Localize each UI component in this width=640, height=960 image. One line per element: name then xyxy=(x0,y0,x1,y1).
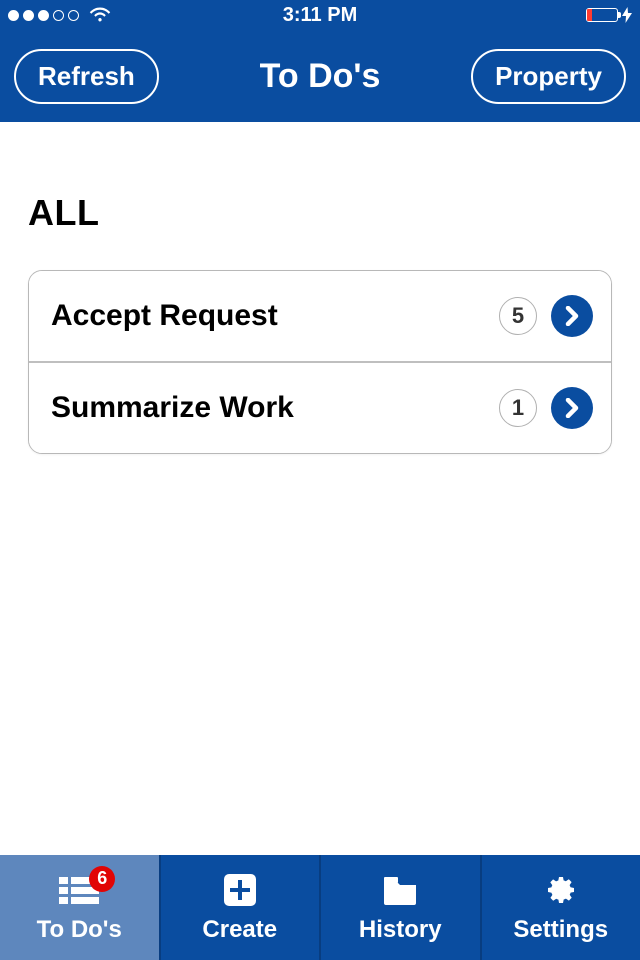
gear-icon xyxy=(544,872,578,908)
tab-todos[interactable]: 6 To Do's xyxy=(0,855,161,960)
tab-settings[interactable]: Settings xyxy=(482,855,640,960)
tab-label: History xyxy=(359,916,442,944)
plus-icon xyxy=(224,872,256,908)
tab-create[interactable]: Create xyxy=(161,855,322,960)
count-badge: 5 xyxy=(499,297,537,335)
section-header: ALL xyxy=(28,192,612,234)
count-badge: 1 xyxy=(499,389,537,427)
tab-badge: 6 xyxy=(89,866,115,892)
status-left xyxy=(8,7,111,23)
tab-label: Settings xyxy=(513,916,608,944)
todo-list: Accept Request 5 Summarize Work 1 xyxy=(28,270,612,454)
signal-strength-icon xyxy=(8,10,79,21)
page-title: To Do's xyxy=(260,57,381,96)
wifi-icon xyxy=(89,7,111,23)
charging-icon xyxy=(622,7,632,23)
nav-bar: Refresh To Do's Property xyxy=(0,30,640,122)
tab-label: Create xyxy=(202,916,277,944)
tab-label: To Do's xyxy=(37,916,122,944)
chevron-right-icon xyxy=(551,387,593,429)
list-icon: 6 xyxy=(59,872,99,908)
folder-icon xyxy=(382,872,418,908)
status-time: 3:11 PM xyxy=(283,4,357,27)
battery-icon xyxy=(586,8,618,22)
main-content: ALL Accept Request 5 Summarize Work 1 xyxy=(0,122,640,855)
chevron-right-icon xyxy=(551,295,593,337)
property-button[interactable]: Property xyxy=(471,49,626,104)
list-item-label: Accept Request xyxy=(47,299,499,333)
tab-history[interactable]: History xyxy=(321,855,482,960)
list-item-summarize-work[interactable]: Summarize Work 1 xyxy=(29,361,611,453)
status-right xyxy=(586,7,632,23)
list-item-label: Summarize Work xyxy=(47,391,499,425)
list-item-accept-request[interactable]: Accept Request 5 xyxy=(29,271,611,361)
refresh-button[interactable]: Refresh xyxy=(14,49,159,104)
tab-bar: 6 To Do's Create History Settings xyxy=(0,855,640,960)
status-bar: 3:11 PM xyxy=(0,0,640,30)
